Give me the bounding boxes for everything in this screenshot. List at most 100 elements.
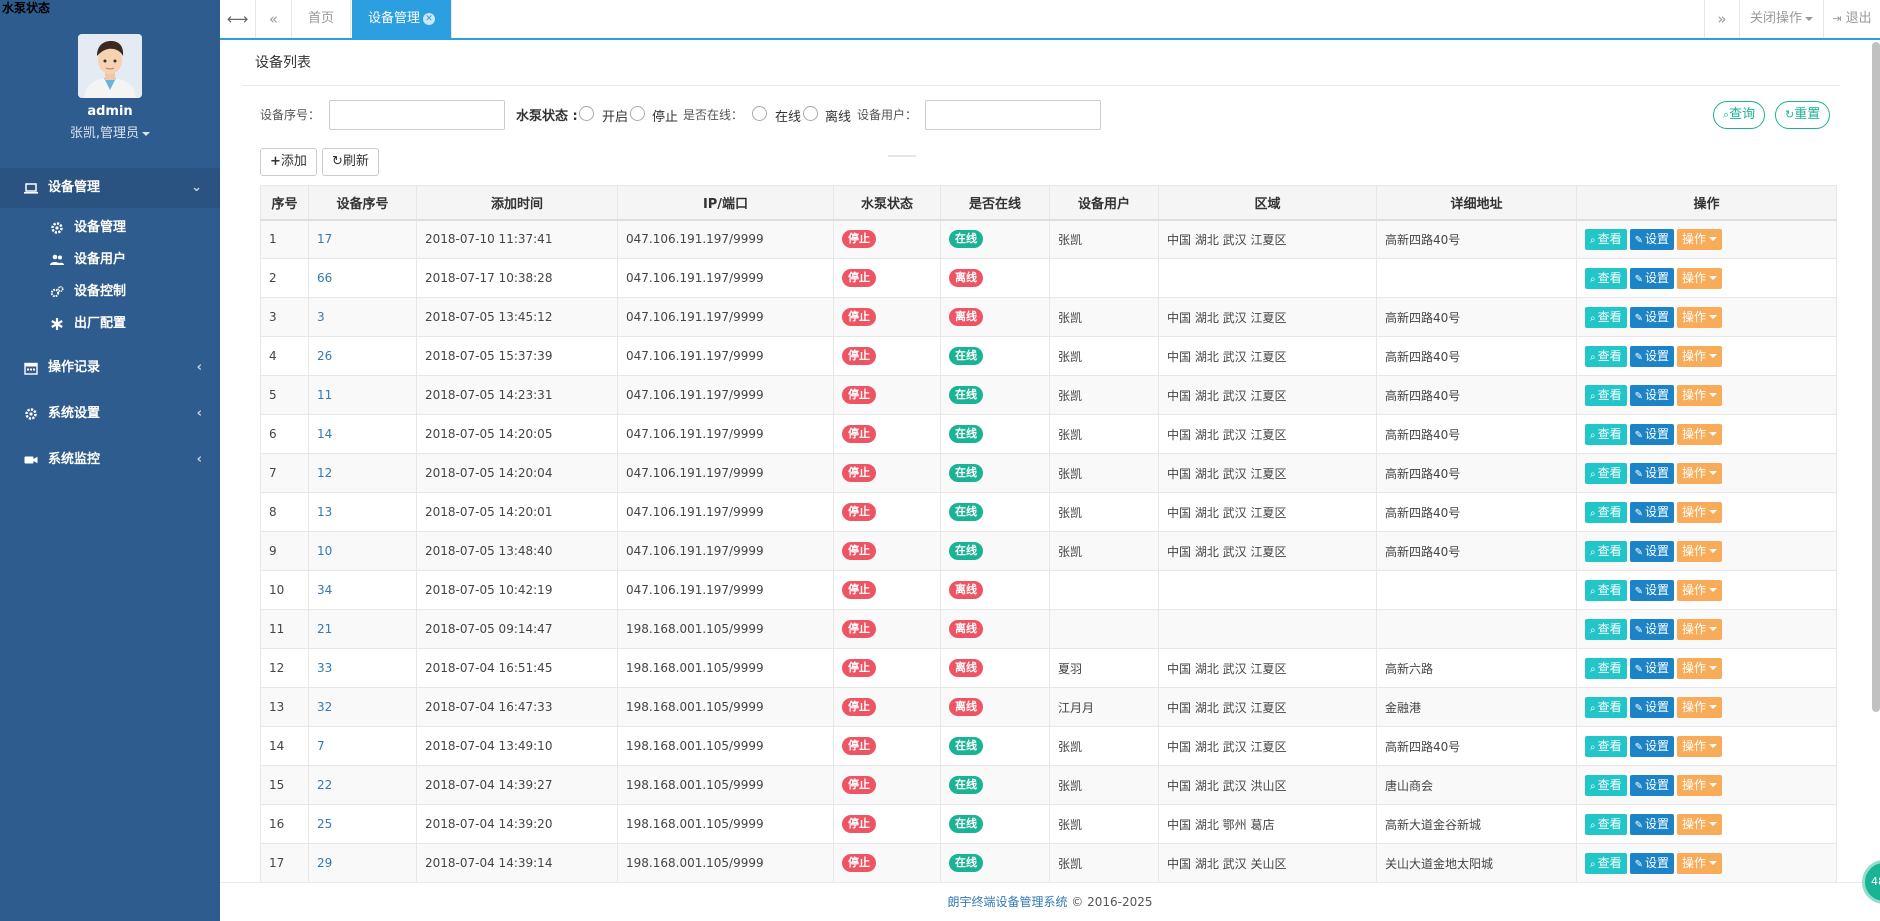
toggle-sidebar-button[interactable]: ⟷ (220, 0, 256, 38)
settings-button[interactable]: ✎ 设置 (1629, 228, 1675, 250)
operation-dropdown[interactable]: 操作 (1677, 228, 1723, 250)
scrollbar[interactable] (1872, 42, 1880, 712)
operation-dropdown[interactable]: 操作 (1677, 423, 1723, 445)
pump-off-radio[interactable] (630, 106, 645, 121)
operation-dropdown[interactable]: 操作 (1677, 618, 1723, 640)
close-icon[interactable]: ✕ (423, 12, 436, 25)
operation-dropdown[interactable]: 操作 (1677, 735, 1723, 757)
sidebar-item-device-control[interactable]: 设备控制 (0, 276, 220, 308)
serial-link[interactable]: 34 (317, 583, 332, 597)
operation-dropdown[interactable]: 操作 (1677, 462, 1723, 484)
tab-device-management[interactable]: 设备管理 ✕ (352, 0, 453, 38)
column-header[interactable]: 操作 (1576, 185, 1837, 221)
operation-dropdown[interactable]: 操作 (1677, 501, 1723, 523)
nav-group-system-settings[interactable]: 系统设置 ‹ (0, 394, 220, 434)
sidebar-item-device-users[interactable]: 设备用户 (0, 244, 220, 276)
reset-button[interactable]: ↻重置 (1775, 101, 1831, 129)
serial-link[interactable]: 10 (317, 544, 332, 558)
view-button[interactable]: ⌕ 查看 (1585, 384, 1627, 406)
system-name-link[interactable]: 朗宇终端设备管理系统 (947, 895, 1067, 909)
column-header[interactable]: 详细地址 (1376, 185, 1577, 221)
settings-button[interactable]: ✎ 设置 (1629, 306, 1675, 328)
nav-group-system-monitor[interactable]: 系统监控 ‹ (0, 440, 220, 480)
nav-group-device-management[interactable]: 设备管理 ⌄ (0, 168, 220, 208)
serial-link[interactable]: 17 (317, 232, 332, 246)
pump-on-radio[interactable] (579, 106, 594, 121)
add-button[interactable]: +添加 (260, 148, 317, 176)
view-button[interactable]: ⌕ 查看 (1585, 657, 1627, 679)
view-button[interactable]: ⌕ 查看 (1585, 306, 1627, 328)
serial-link[interactable]: 21 (317, 622, 332, 636)
serial-link[interactable]: 33 (317, 661, 332, 675)
view-button[interactable]: ⌕ 查看 (1585, 618, 1627, 640)
settings-button[interactable]: ✎ 设置 (1629, 696, 1675, 718)
settings-button[interactable]: ✎ 设置 (1629, 852, 1675, 874)
operation-dropdown[interactable]: 操作 (1677, 579, 1723, 601)
operation-dropdown[interactable]: 操作 (1677, 267, 1723, 289)
settings-button[interactable]: ✎ 设置 (1629, 774, 1675, 796)
serial-link[interactable]: 29 (317, 856, 332, 870)
column-header[interactable]: 区域 (1158, 185, 1377, 221)
operation-dropdown[interactable]: 操作 (1677, 774, 1723, 796)
user-filter-input[interactable] (925, 100, 1101, 130)
settings-button[interactable]: ✎ 设置 (1629, 579, 1675, 601)
view-button[interactable]: ⌕ 查看 (1585, 228, 1627, 250)
settings-button[interactable]: ✎ 设置 (1629, 384, 1675, 406)
column-header[interactable]: 水泵状态 (833, 185, 941, 221)
serial-link[interactable]: 25 (317, 817, 332, 831)
serial-link[interactable]: 22 (317, 778, 332, 792)
operation-dropdown[interactable]: 操作 (1677, 345, 1723, 367)
sidebar-item-device-management[interactable]: 设备管理 (0, 212, 220, 244)
serial-filter-input[interactable] (329, 100, 505, 130)
offline-radio[interactable] (803, 106, 818, 121)
serial-link[interactable]: 26 (317, 349, 332, 363)
serial-link[interactable]: 7 (317, 739, 325, 753)
view-button[interactable]: ⌕ 查看 (1585, 735, 1627, 757)
settings-button[interactable]: ✎ 设置 (1629, 267, 1675, 289)
settings-button[interactable]: ✎ 设置 (1629, 462, 1675, 484)
view-button[interactable]: ⌕ 查看 (1585, 501, 1627, 523)
resize-handle[interactable] (888, 155, 916, 157)
sidebar-item-factory-config[interactable]: 出厂配置 (0, 308, 220, 340)
tabs-scroll-right-button[interactable]: » (1704, 0, 1740, 38)
column-header[interactable]: 添加时间 (416, 185, 618, 221)
column-header[interactable]: IP/端口 (617, 185, 834, 221)
view-button[interactable]: ⌕ 查看 (1585, 423, 1627, 445)
serial-link[interactable]: 66 (317, 271, 332, 285)
operation-dropdown[interactable]: 操作 (1677, 813, 1723, 835)
serial-link[interactable]: 14 (317, 427, 332, 441)
operation-dropdown[interactable]: 操作 (1677, 540, 1723, 562)
view-button[interactable]: ⌕ 查看 (1585, 345, 1627, 367)
column-header[interactable]: 设备序号 (308, 185, 417, 221)
serial-link[interactable]: 32 (317, 700, 332, 714)
serial-link[interactable]: 11 (317, 388, 332, 402)
close-ops-dropdown[interactable]: 关闭操作 (1740, 0, 1824, 38)
operation-dropdown[interactable]: 操作 (1677, 657, 1723, 679)
view-button[interactable]: ⌕ 查看 (1585, 267, 1627, 289)
view-button[interactable]: ⌕ 查看 (1585, 774, 1627, 796)
view-button[interactable]: ⌕ 查看 (1585, 852, 1627, 874)
operation-dropdown[interactable]: 操作 (1677, 852, 1723, 874)
nav-group-operation-log[interactable]: 操作记录 ‹ (0, 348, 220, 388)
settings-button[interactable]: ✎ 设置 (1629, 618, 1675, 640)
logout-button[interactable]: ⇥ 退出 (1824, 0, 1880, 38)
tabs-scroll-left-button[interactable]: « (256, 0, 292, 38)
view-button[interactable]: ⌕ 查看 (1585, 813, 1627, 835)
online-radio[interactable] (752, 106, 767, 121)
avatar[interactable] (78, 34, 142, 98)
settings-button[interactable]: ✎ 设置 (1629, 540, 1675, 562)
settings-button[interactable]: ✎ 设置 (1629, 423, 1675, 445)
settings-button[interactable]: ✎ 设置 (1629, 345, 1675, 367)
settings-button[interactable]: ✎ 设置 (1629, 657, 1675, 679)
view-button[interactable]: ⌕ 查看 (1585, 579, 1627, 601)
column-header[interactable]: 是否在线 (940, 185, 1050, 221)
settings-button[interactable]: ✎ 设置 (1629, 735, 1675, 757)
serial-link[interactable]: 12 (317, 466, 332, 480)
serial-link[interactable]: 3 (317, 310, 325, 324)
operation-dropdown[interactable]: 操作 (1677, 696, 1723, 718)
refresh-button[interactable]: ↻刷新 (322, 148, 379, 176)
column-header[interactable]: 设备用户 (1049, 185, 1159, 221)
serial-link[interactable]: 13 (317, 505, 332, 519)
tab-home[interactable]: 首页 (292, 0, 352, 38)
view-button[interactable]: ⌕ 查看 (1585, 696, 1627, 718)
